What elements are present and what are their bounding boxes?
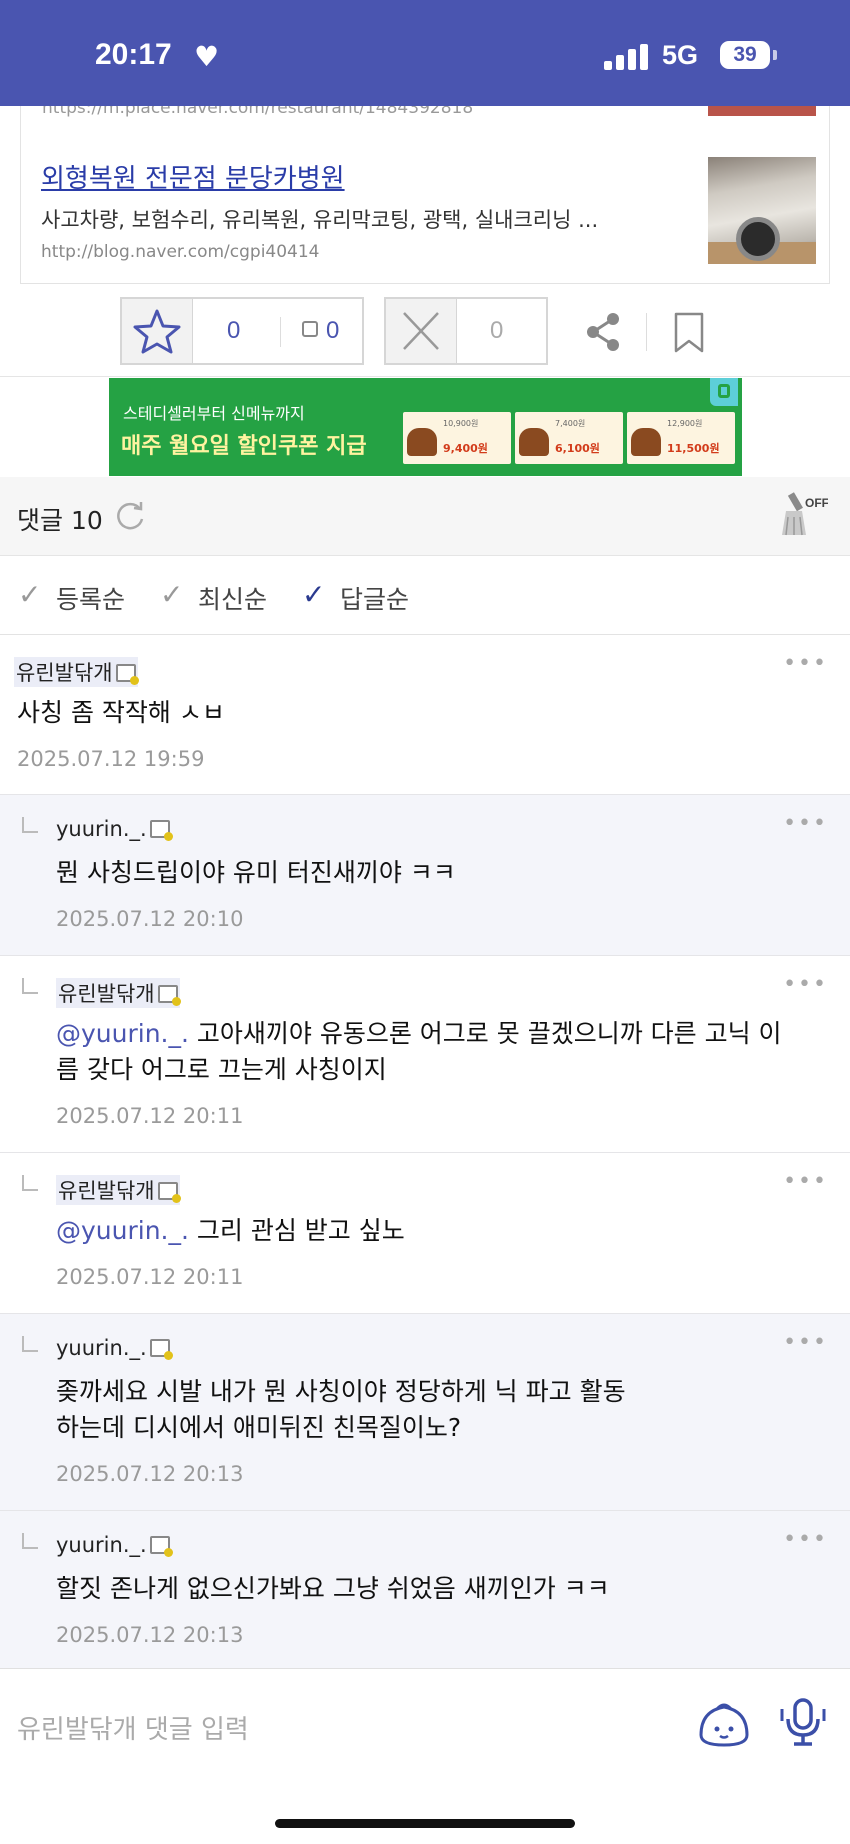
comment-item: 유린발닦개 ••• 사칭 좀 작작해 ㅅㅂ 2025.07.12 19:59 [0, 635, 850, 795]
comment-text: 뭔 사칭드립이야 유미 터진새끼야 ㅋㅋ [56, 858, 456, 887]
comment-date: 2025.07.12 20:13 [56, 1623, 244, 1647]
comment-author[interactable]: 유린발닦개 [14, 657, 139, 687]
signal-icon [604, 44, 648, 70]
comment-date: 2025.07.12 20:11 [56, 1265, 244, 1289]
not-recommend-box: 0 [384, 297, 548, 365]
comment-count: 댓글 10 [17, 506, 103, 535]
comment-author[interactable]: yuurin._. [56, 817, 173, 841]
sort-replies[interactable]: 답글순 [340, 580, 409, 616]
bookmark-icon[interactable] [672, 311, 706, 355]
x-icon [403, 312, 439, 350]
svg-text:OFF: OFF [805, 496, 828, 510]
comment-text: 좆까세요 시발 내가 뭔 사칭이야 정당하게 닉 파고 활동하는데 디시에서 애… [56, 1377, 626, 1442]
comment-date: 2025.07.12 20:10 [56, 907, 244, 931]
reply-arrow-icon [22, 1533, 38, 1549]
ad-badge-icon[interactable] [710, 378, 738, 406]
ad-line1: 스테디셀러부터 신메뉴까지 [123, 404, 305, 423]
ad-coupon: 7,400원 6,100원 [515, 412, 623, 464]
ad-coupon: 10,900원 9,400원 [403, 412, 511, 464]
link-url: http://blog.naver.com/cgpi40414 [41, 242, 320, 262]
more-options-button[interactable]: ••• [783, 1527, 828, 1552]
comment-date: 2025.07.12 20:11 [56, 1104, 244, 1128]
comment-author[interactable]: yuurin._. [56, 1336, 173, 1360]
check-icon: ✓ [18, 578, 42, 611]
gallog-icon [115, 664, 139, 685]
not-recommend-count: 0 [490, 317, 504, 344]
comments-header: 댓글 10 OFF [0, 477, 850, 555]
reply-item: yuurin._. ••• 할짓 존나게 없으신가봐요 그냥 쉬었음 새끼인가 … [0, 1511, 850, 1668]
recommend-button[interactable] [122, 299, 193, 363]
recommend-box: 0 0 [120, 297, 364, 365]
star-icon [133, 309, 181, 354]
more-options-button[interactable]: ••• [783, 811, 828, 836]
comment-input[interactable]: 유린발닦개 댓글 입력 [17, 1709, 249, 1746]
reply-item: 유린발닦개 ••• @yuurin._. 그리 관심 받고 싶노 2025.07… [0, 1153, 850, 1314]
ad-coupon: 12,900원 11,500원 [627, 412, 735, 464]
mic-icon[interactable] [780, 1697, 826, 1747]
mention-link[interactable]: @yuurin._. [56, 1019, 189, 1048]
comment-text: @yuurin._. 고아새끼야 유동으론 어그로 못 끌겠으니까 다른 고닉 … [56, 1019, 782, 1084]
home-indicator [275, 1819, 575, 1828]
refresh-icon[interactable] [113, 499, 147, 533]
network-label: 5G [662, 40, 699, 70]
reply-arrow-icon [22, 978, 38, 994]
comment-author[interactable]: 유린발닦개 [56, 978, 181, 1008]
check-icon: ✓ [302, 578, 326, 611]
comment-sort-bar: ✓ 등록순 ✓ 최신순 ✓ 답글순 [0, 556, 850, 634]
reply-item: 유린발닦개 ••• @yuurin._. 고아새끼야 유동으론 어그로 못 끌겠… [0, 956, 850, 1153]
battery-icon: 39 [720, 41, 770, 69]
gallog-icon [149, 1339, 173, 1360]
more-options-button[interactable]: ••• [783, 1169, 828, 1194]
ad-banner[interactable]: 스테디셀러부터 신메뉴까지 매주 월요일 할인쿠폰 지급 10,900원 9,4… [109, 378, 742, 476]
more-options-button[interactable]: ••• [783, 1330, 828, 1355]
link-title[interactable]: 외형복원 전문점 분당카병원 [41, 158, 345, 195]
not-recommend-button[interactable] [386, 299, 457, 363]
comment-text: 사칭 좀 작작해 ㅅㅂ [17, 698, 225, 727]
clock: 20:17 [95, 38, 172, 71]
comment-date: 2025.07.12 19:59 [17, 747, 205, 771]
more-options-button[interactable]: ••• [783, 972, 828, 997]
link-description: 사고차량, 보험수리, 유리복원, 유리막코팅, 광택, 실내크리닝 ... [41, 208, 599, 232]
comment-author[interactable]: 유린발닦개 [56, 1175, 181, 1205]
comment-input-bar: 유린발닦개 댓글 입력 [0, 1668, 850, 1844]
status-bar: 20:17 ♥ 5G 39 [0, 0, 850, 106]
reply-arrow-icon [22, 1336, 38, 1352]
share-icon[interactable] [583, 311, 623, 353]
check-icon: ✓ [160, 578, 184, 611]
sort-latest[interactable]: 최신순 [198, 580, 267, 616]
comment-cleaner-icon[interactable]: OFF [778, 491, 828, 537]
more-options-button[interactable]: ••• [783, 651, 828, 676]
comment-author[interactable]: yuurin._. [56, 1533, 173, 1557]
comment-text: @yuurin._. 그리 관심 받고 싶노 [56, 1216, 405, 1245]
fixed-recommend-count: 0 [326, 317, 340, 344]
reply-arrow-icon [22, 1175, 38, 1191]
ad-line2: 매주 월요일 할인쿠폰 지급 [121, 434, 367, 459]
reply-item: yuurin._. ••• 좆까세요 시발 내가 뭔 사칭이야 정당하게 닉 파… [0, 1314, 850, 1511]
gallog-icon [157, 985, 181, 1006]
gallog-icon [157, 1182, 181, 1203]
sort-registered[interactable]: 등록순 [56, 580, 125, 616]
reply-item: yuurin._. ••• 뭔 사칭드립이야 유미 터진새끼야 ㅋㅋ 2025.… [0, 795, 850, 956]
comment-date: 2025.07.12 20:13 [56, 1462, 244, 1486]
heart-icon: ♥ [194, 40, 220, 73]
fixed-recommend-icon [302, 321, 318, 337]
dccon-emoji-icon[interactable] [697, 1699, 751, 1749]
gallog-icon [149, 1536, 173, 1557]
comment-text: 할짓 존나게 없으신가봐요 그냥 쉬었음 새끼인가 ㅋㅋ [56, 1574, 610, 1603]
link-thumbnail[interactable] [708, 157, 816, 264]
reply-arrow-icon [22, 817, 38, 833]
gallog-icon [149, 820, 173, 841]
mention-link[interactable]: @yuurin._. [56, 1216, 189, 1245]
battery-tip [773, 50, 777, 60]
recommend-count: 0 [227, 317, 241, 344]
